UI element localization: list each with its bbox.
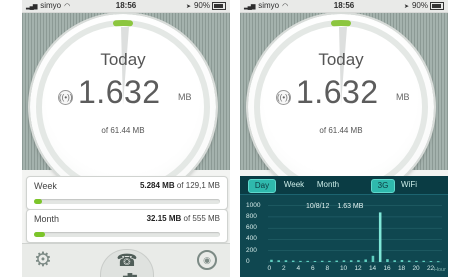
bottom-toolbar: ⚙ ☎ ▂▅▃ ◉ (22, 243, 230, 277)
battery-icon (212, 1, 226, 10)
chart-bar[interactable] (328, 260, 331, 262)
chart-bar[interactable] (284, 260, 288, 262)
usage-value: 1.632 (78, 74, 161, 110)
chart-bar[interactable] (270, 259, 273, 262)
dial-area: Today ((•)) 1.632 MB of 61.44 MB ▂▅▃ (22, 13, 230, 200)
chart-bar[interactable] (429, 260, 433, 262)
tab-month[interactable]: Month (312, 179, 344, 191)
y-tick-label: 400 (246, 235, 257, 243)
signal-tower-icon[interactable]: ((•)) (276, 90, 291, 105)
chart-bar[interactable] (400, 260, 404, 262)
selection-date: 10/8/12 (306, 203, 330, 210)
month-progress-track (34, 232, 220, 237)
chart-tab-bar: Day Week Month 3G WiFi (240, 176, 448, 195)
chart-bar[interactable] (299, 260, 302, 262)
location-icon: ➤ (185, 4, 191, 10)
chart-bar[interactable] (349, 260, 353, 262)
status-bar: ▂▄▆ simyo ◠ 18:56 ➤ 90% (240, 0, 448, 13)
chart-bar[interactable] (386, 259, 389, 262)
month-card[interactable]: Month 32.15 MB of 555 MB (26, 209, 228, 243)
selection-readout: 10/8/12 1.63 MB (306, 203, 371, 210)
chart-bar[interactable] (335, 260, 338, 262)
chart-bar[interactable] (306, 260, 309, 262)
battery-percent: 90% (193, 1, 210, 10)
x-tick-label: 0 (267, 265, 272, 272)
week-value: 5.284 MB (139, 181, 175, 190)
period-title: Today (100, 50, 146, 69)
chart-bar[interactable] (342, 260, 346, 262)
chart-bar[interactable] (313, 260, 317, 262)
usage-dial[interactable]: Today ((•)) 1.632 MB of 61.44 MB (248, 14, 434, 200)
x-tick-label: 12 (354, 265, 362, 272)
usage-dial[interactable]: Today ((•)) 1.632 MB of 61.44 MB (30, 14, 216, 200)
map-pin-icon[interactable]: ◉ (197, 250, 217, 270)
chart-bar[interactable] (364, 259, 367, 262)
x-tick-label: 4 (296, 265, 301, 272)
chart-bar[interactable] (436, 261, 440, 263)
location-icon: ➤ (403, 4, 409, 10)
right-screen: ▂▄▆ simyo ◠ 18:56 ➤ 90% Today ((•)) 1.632 … (240, 0, 448, 277)
x-axis-title: Hour (434, 267, 446, 273)
battery-icon (430, 1, 444, 10)
week-card[interactable]: Week 5.284 MB of 129,1 MB (26, 176, 228, 210)
month-value: 32.15 MB (146, 214, 182, 223)
x-tick-label: 16 (383, 265, 391, 272)
week-progress-fill (34, 199, 42, 204)
y-tick-label: 800 (246, 212, 257, 220)
x-tick-label: 6 (310, 265, 315, 272)
month-label: Month (34, 214, 60, 224)
tab-week[interactable]: Week (280, 179, 308, 191)
left-screen: ▂▄▆ simyo ◠ 18:56 ➤ 90% Today ((•)) 1.632 … (22, 0, 230, 277)
usage-unit: MB (178, 92, 192, 102)
usage-limit: of 61.44 MB (101, 126, 145, 135)
x-tick-label: 10 (339, 265, 348, 272)
x-tick-label: 18 (397, 265, 406, 272)
tab-3g[interactable]: 3G (371, 179, 395, 193)
chart-bar[interactable] (422, 260, 425, 262)
x-tick-label: 2 (281, 265, 286, 272)
chart-bar[interactable] (357, 260, 360, 262)
usage-unit: MB (396, 92, 410, 102)
bar-chart-icon: ▂▅▃ (123, 272, 137, 277)
tab-wifi[interactable]: WiFi (398, 179, 420, 191)
phone-icon: ☎ (116, 251, 138, 270)
chart-bar[interactable] (320, 260, 324, 262)
selection-value: 1.63 MB (337, 203, 364, 210)
month-progress-fill (34, 232, 45, 237)
usage-value: 1.632 (296, 74, 379, 110)
chart-bar[interactable] (277, 260, 280, 262)
chart-bar[interactable] (415, 260, 418, 262)
usage-chart-panel: Day Week Month 3G WiFi 10/8/12 1.63 MB 10… (240, 176, 448, 277)
tab-day[interactable]: Day (248, 179, 276, 193)
x-tick-label: 20 (412, 265, 420, 272)
usage-limit: of 61.44 MB (319, 126, 363, 135)
status-bar: ▂▄▆ simyo ◠ 18:56 ➤ 90% (22, 0, 230, 13)
y-tick-label: 0 (246, 258, 250, 265)
phone-button[interactable]: ☎ ▂▅▃ (100, 249, 154, 277)
y-tick-label: 200 (246, 246, 257, 254)
chart-bar[interactable] (407, 260, 411, 262)
week-label: Week (34, 181, 57, 191)
y-tick-label: 600 (246, 224, 257, 232)
month-limit: of 555 MB (183, 214, 220, 223)
chart-bar[interactable] (393, 260, 396, 262)
chart-bar[interactable] (371, 255, 375, 262)
period-title: Today (318, 50, 364, 69)
chart-bar[interactable] (378, 212, 382, 262)
dial-area: Today ((•)) 1.632 MB of 61.44 MB ▂▅▃ (240, 13, 448, 200)
chart-bar[interactable] (291, 260, 295, 262)
week-limit: of 129,1 MB (176, 181, 220, 190)
x-tick-label: 14 (368, 265, 377, 272)
x-tick-label: 8 (325, 265, 330, 272)
y-tick-label: 1000 (246, 201, 261, 209)
signal-tower-icon[interactable]: ((•)) (58, 90, 73, 105)
battery-percent: 90% (411, 1, 428, 10)
gear-icon[interactable]: ⚙ (34, 247, 52, 272)
week-progress-track (34, 199, 220, 204)
